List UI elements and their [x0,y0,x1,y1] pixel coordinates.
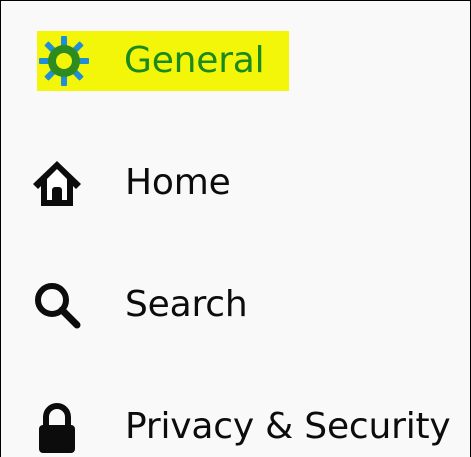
sidebar-item-general[interactable]: General [37,31,289,91]
sidebar-item-label: Search [125,284,248,325]
preferences-window: General Home Search Privacy & Security [0,0,471,457]
search-icon [31,279,83,331]
sidebar-item-privacy-security[interactable]: Privacy & Security [1,397,470,457]
sidebar-item-home[interactable]: Home [1,153,470,213]
sidebar-item-label: General [124,40,265,81]
gear-icon [38,35,90,87]
sidebar-item-label: Privacy & Security [125,406,451,447]
preferences-sidebar: General Home Search Privacy & Security [1,1,470,457]
home-icon [31,157,83,209]
sidebar-item-search[interactable]: Search [1,275,470,335]
sidebar-item-label: Home [125,162,231,203]
selection-highlight: General [37,31,289,91]
lock-icon [31,401,83,453]
